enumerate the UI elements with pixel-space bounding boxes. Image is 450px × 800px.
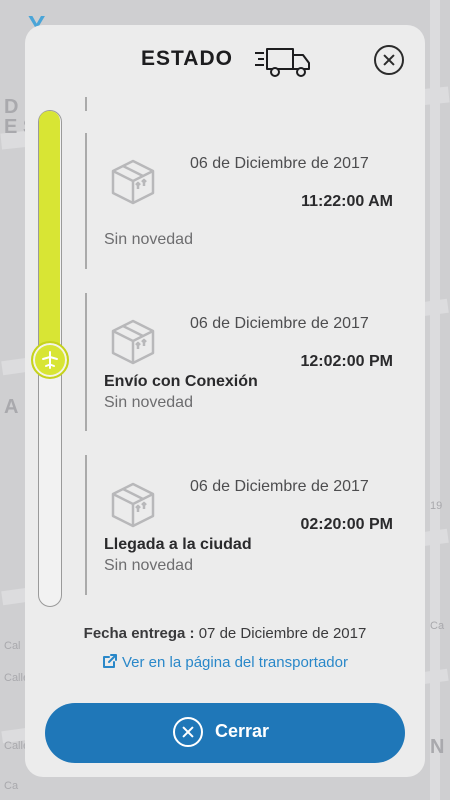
delivery-truck-icon — [255, 48, 310, 77]
close-circle-icon[interactable] — [374, 45, 404, 75]
event-status: Sin novedad — [104, 231, 193, 248]
delivery-date-label: Fecha entrega : — [83, 625, 195, 642]
map-label: Ca — [4, 780, 19, 792]
event-date: 06 de Diciembre de 2017 — [190, 315, 369, 332]
delivery-date: Fecha entrega : 07 de Diciembre de 2017 — [25, 625, 425, 642]
timeline-event: 06 de Diciembre de 2017 02:20:00 PM Lleg… — [85, 478, 405, 618]
external-link-icon — [103, 654, 117, 668]
map-label: Ca — [430, 620, 445, 632]
event-status: Sin novedad — [104, 394, 193, 411]
close-button[interactable]: Cerrar — [45, 703, 405, 763]
timeline-divider — [85, 97, 87, 111]
timeline-event: 06 de Diciembre de 2017 12:02:00 PM Enví… — [85, 315, 405, 455]
package-box-icon — [111, 482, 155, 528]
package-box-icon — [111, 319, 155, 365]
progress-fill — [39, 111, 60, 359]
close-circle-icon — [173, 717, 203, 747]
map-label: 19 — [430, 500, 443, 512]
map-label: N — [430, 736, 445, 758]
airplane-icon — [42, 351, 58, 369]
event-time: 11:22:00 AM — [301, 193, 393, 210]
close-button-label: Cerrar — [215, 721, 270, 741]
carrier-page-link[interactable]: Ver en la página del transportador — [25, 653, 425, 671]
progress-knob — [31, 341, 69, 379]
event-date: 06 de Diciembre de 2017 — [190, 478, 369, 495]
map-label: A — [4, 396, 19, 418]
carrier-page-link-text[interactable]: Ver en la página del transportador — [122, 654, 348, 671]
event-title: Llegada a la ciudad — [104, 536, 252, 553]
event-date: 06 de Diciembre de 2017 — [190, 155, 369, 172]
event-time: 02:20:00 PM — [300, 516, 394, 533]
event-status: Sin novedad — [104, 557, 193, 574]
event-title: Envío con Conexión — [104, 373, 258, 390]
status-modal: ESTADO 06 de Diciembre de 2017 11:22:00 … — [25, 25, 425, 777]
timeline-event: 06 de Diciembre de 2017 11:22:00 AM Sin … — [85, 155, 405, 295]
delivery-date-value: 07 de Diciembre de 2017 — [198, 625, 367, 642]
modal-header: ESTADO — [25, 25, 425, 97]
modal-title: ESTADO — [141, 47, 233, 70]
map-label: Cal — [4, 640, 21, 652]
package-box-icon — [111, 159, 155, 205]
event-time: 12:02:00 PM — [300, 353, 394, 370]
